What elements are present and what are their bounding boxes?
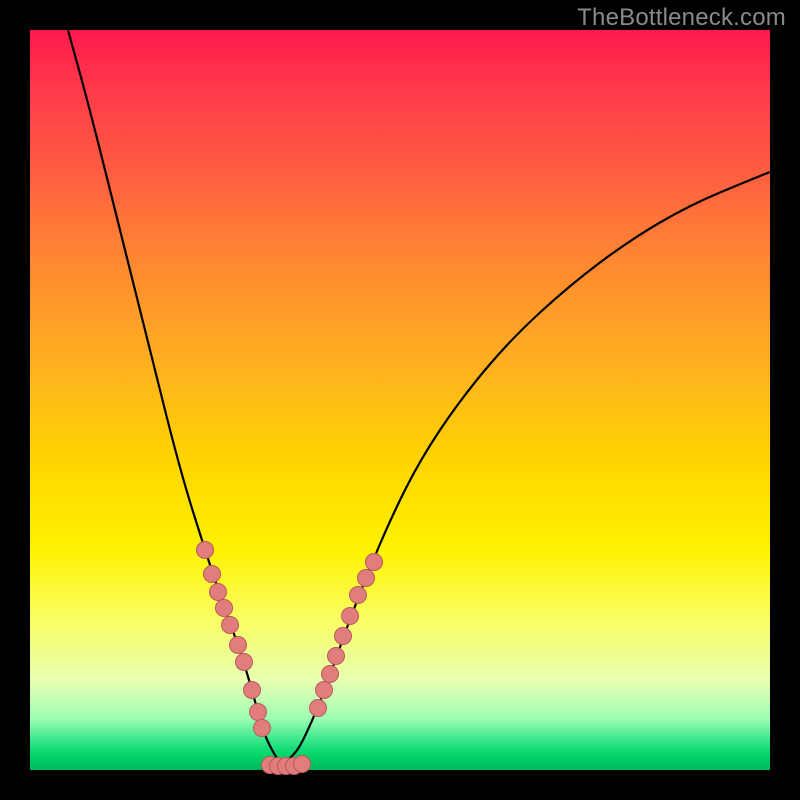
data-dot bbox=[322, 666, 339, 683]
data-dot bbox=[244, 682, 261, 699]
data-dot bbox=[358, 570, 375, 587]
data-dot bbox=[204, 566, 221, 583]
data-dot bbox=[230, 637, 247, 654]
watermark-text: TheBottleneck.com bbox=[577, 4, 786, 32]
data-dot bbox=[197, 542, 214, 559]
data-dot bbox=[222, 617, 239, 634]
data-dot bbox=[250, 704, 267, 721]
data-dot bbox=[335, 628, 352, 645]
data-dot bbox=[342, 608, 359, 625]
data-dot bbox=[254, 720, 271, 737]
data-dot bbox=[216, 600, 233, 617]
curve-svg bbox=[30, 30, 770, 770]
data-dots bbox=[197, 542, 383, 775]
data-dot bbox=[294, 756, 311, 773]
data-dot bbox=[236, 654, 253, 671]
data-dot bbox=[350, 587, 367, 604]
chart-frame: TheBottleneck.com bbox=[0, 0, 800, 800]
data-dot bbox=[310, 700, 327, 717]
data-dot bbox=[328, 648, 345, 665]
bottleneck-curve bbox=[68, 30, 770, 764]
data-dot bbox=[210, 584, 227, 601]
data-dot bbox=[366, 554, 383, 571]
data-dot bbox=[316, 682, 333, 699]
plot-area bbox=[30, 30, 770, 770]
